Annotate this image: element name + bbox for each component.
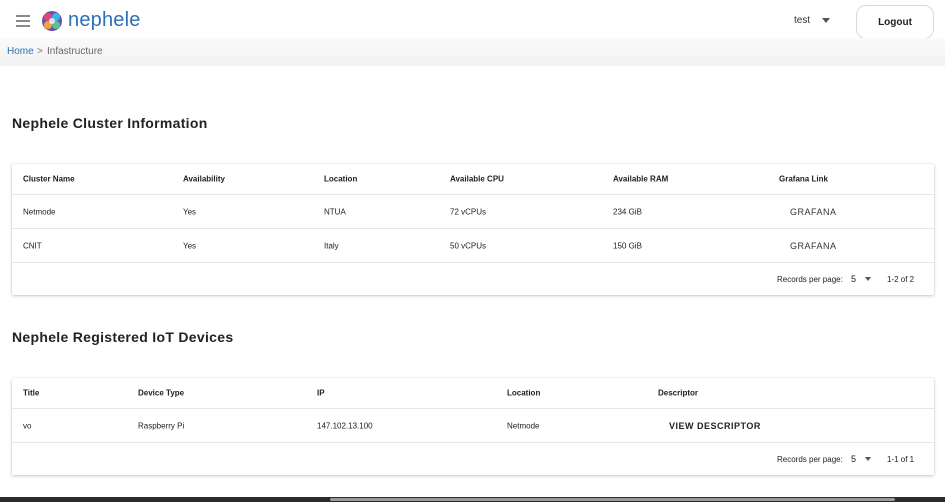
logout-button[interactable]: Logout — [856, 5, 934, 39]
pagination-range: 1-2 of 2 — [887, 275, 915, 284]
records-per-page-label: Records per page: — [777, 455, 843, 464]
column-header-availability[interactable]: Availability — [183, 175, 225, 184]
view-descriptor-button[interactable]: VIEW DESCRIPTOR — [669, 421, 761, 431]
grafana-link-button[interactable]: GRAFANA — [790, 207, 837, 217]
pagination-range: 1-1 of 1 — [887, 455, 915, 464]
devices-table: Title Device Type IP Location Descriptor… — [12, 378, 934, 475]
chevron-down-icon[interactable] — [822, 18, 830, 23]
scrollbar-thumb[interactable] — [330, 498, 895, 501]
ram-cell: 234 GiB — [613, 207, 642, 216]
breadcrumb-home-link[interactable]: Home — [7, 46, 34, 57]
device-title-cell: vo — [23, 421, 32, 430]
ram-cell: 150 GiB — [613, 241, 642, 250]
device-location-cell: Netmode — [507, 421, 540, 430]
table-pagination: Records per page: 5 1-1 of 1 — [12, 443, 934, 475]
cpu-cell: 72 vCPUs — [450, 207, 487, 216]
location-cell: Italy — [324, 241, 339, 250]
column-header-available-ram[interactable]: Available RAM — [613, 175, 668, 184]
user-menu-label[interactable]: test — [794, 15, 810, 26]
chevron-down-icon[interactable] — [865, 457, 871, 461]
cpu-cell: 50 vCPUs — [450, 241, 487, 250]
column-header-available-cpu[interactable]: Available CPU — [450, 175, 504, 184]
devices-section-title: Nephele Registered IoT Devices — [12, 329, 234, 345]
location-cell: NTUA — [324, 207, 346, 216]
column-header-descriptor[interactable]: Descriptor — [658, 389, 698, 398]
column-header-location[interactable]: Location — [324, 175, 357, 184]
records-per-page-select[interactable]: 5 — [851, 454, 856, 464]
availability-cell: Yes — [183, 207, 197, 216]
table-row: CNIT Yes Italy 50 vCPUs 150 GiB GRAFANA — [12, 229, 934, 263]
brand-name: nephele — [68, 9, 141, 31]
chevron-down-icon[interactable] — [865, 277, 871, 281]
column-header-grafana-link[interactable]: Grafana Link — [779, 175, 828, 184]
hamburger-menu-icon[interactable] — [14, 12, 32, 30]
table-header-row: Cluster Name Availability Location Avail… — [12, 164, 934, 195]
horizontal-scrollbar[interactable] — [0, 497, 945, 502]
table-row: Netmode Yes NTUA 72 vCPUs 234 GiB GRAFAN… — [12, 195, 934, 229]
grafana-link-button[interactable]: GRAFANA — [790, 241, 837, 251]
availability-cell: Yes — [183, 241, 197, 250]
records-per-page-select[interactable]: 5 — [851, 274, 856, 284]
column-header-ip[interactable]: IP — [317, 389, 325, 398]
breadcrumb: Home > Infastructure — [0, 38, 945, 66]
table-header-row: Title Device Type IP Location Descriptor — [12, 378, 934, 409]
nephele-logo — [42, 11, 62, 31]
cluster-name-cell: CNIT — [23, 241, 42, 250]
cluster-name-cell: Netmode — [23, 207, 56, 216]
table-row: vo Raspberry Pi 147.102.13.100 Netmode V… — [12, 409, 934, 443]
table-pagination: Records per page: 5 1-2 of 2 — [12, 263, 934, 295]
column-header-device-type[interactable]: Device Type — [138, 389, 184, 398]
column-header-cluster-name[interactable]: Cluster Name — [23, 175, 75, 184]
cluster-section-title: Nephele Cluster Information — [12, 115, 208, 131]
breadcrumb-separator: > — [37, 46, 43, 57]
column-header-title[interactable]: Title — [23, 389, 39, 398]
column-header-location[interactable]: Location — [507, 389, 540, 398]
breadcrumb-current: Infastructure — [47, 46, 103, 57]
cluster-table: Cluster Name Availability Location Avail… — [12, 164, 934, 295]
device-type-cell: Raspberry Pi — [138, 421, 185, 430]
records-per-page-label: Records per page: — [777, 275, 843, 284]
device-ip-cell: 147.102.13.100 — [317, 421, 373, 430]
